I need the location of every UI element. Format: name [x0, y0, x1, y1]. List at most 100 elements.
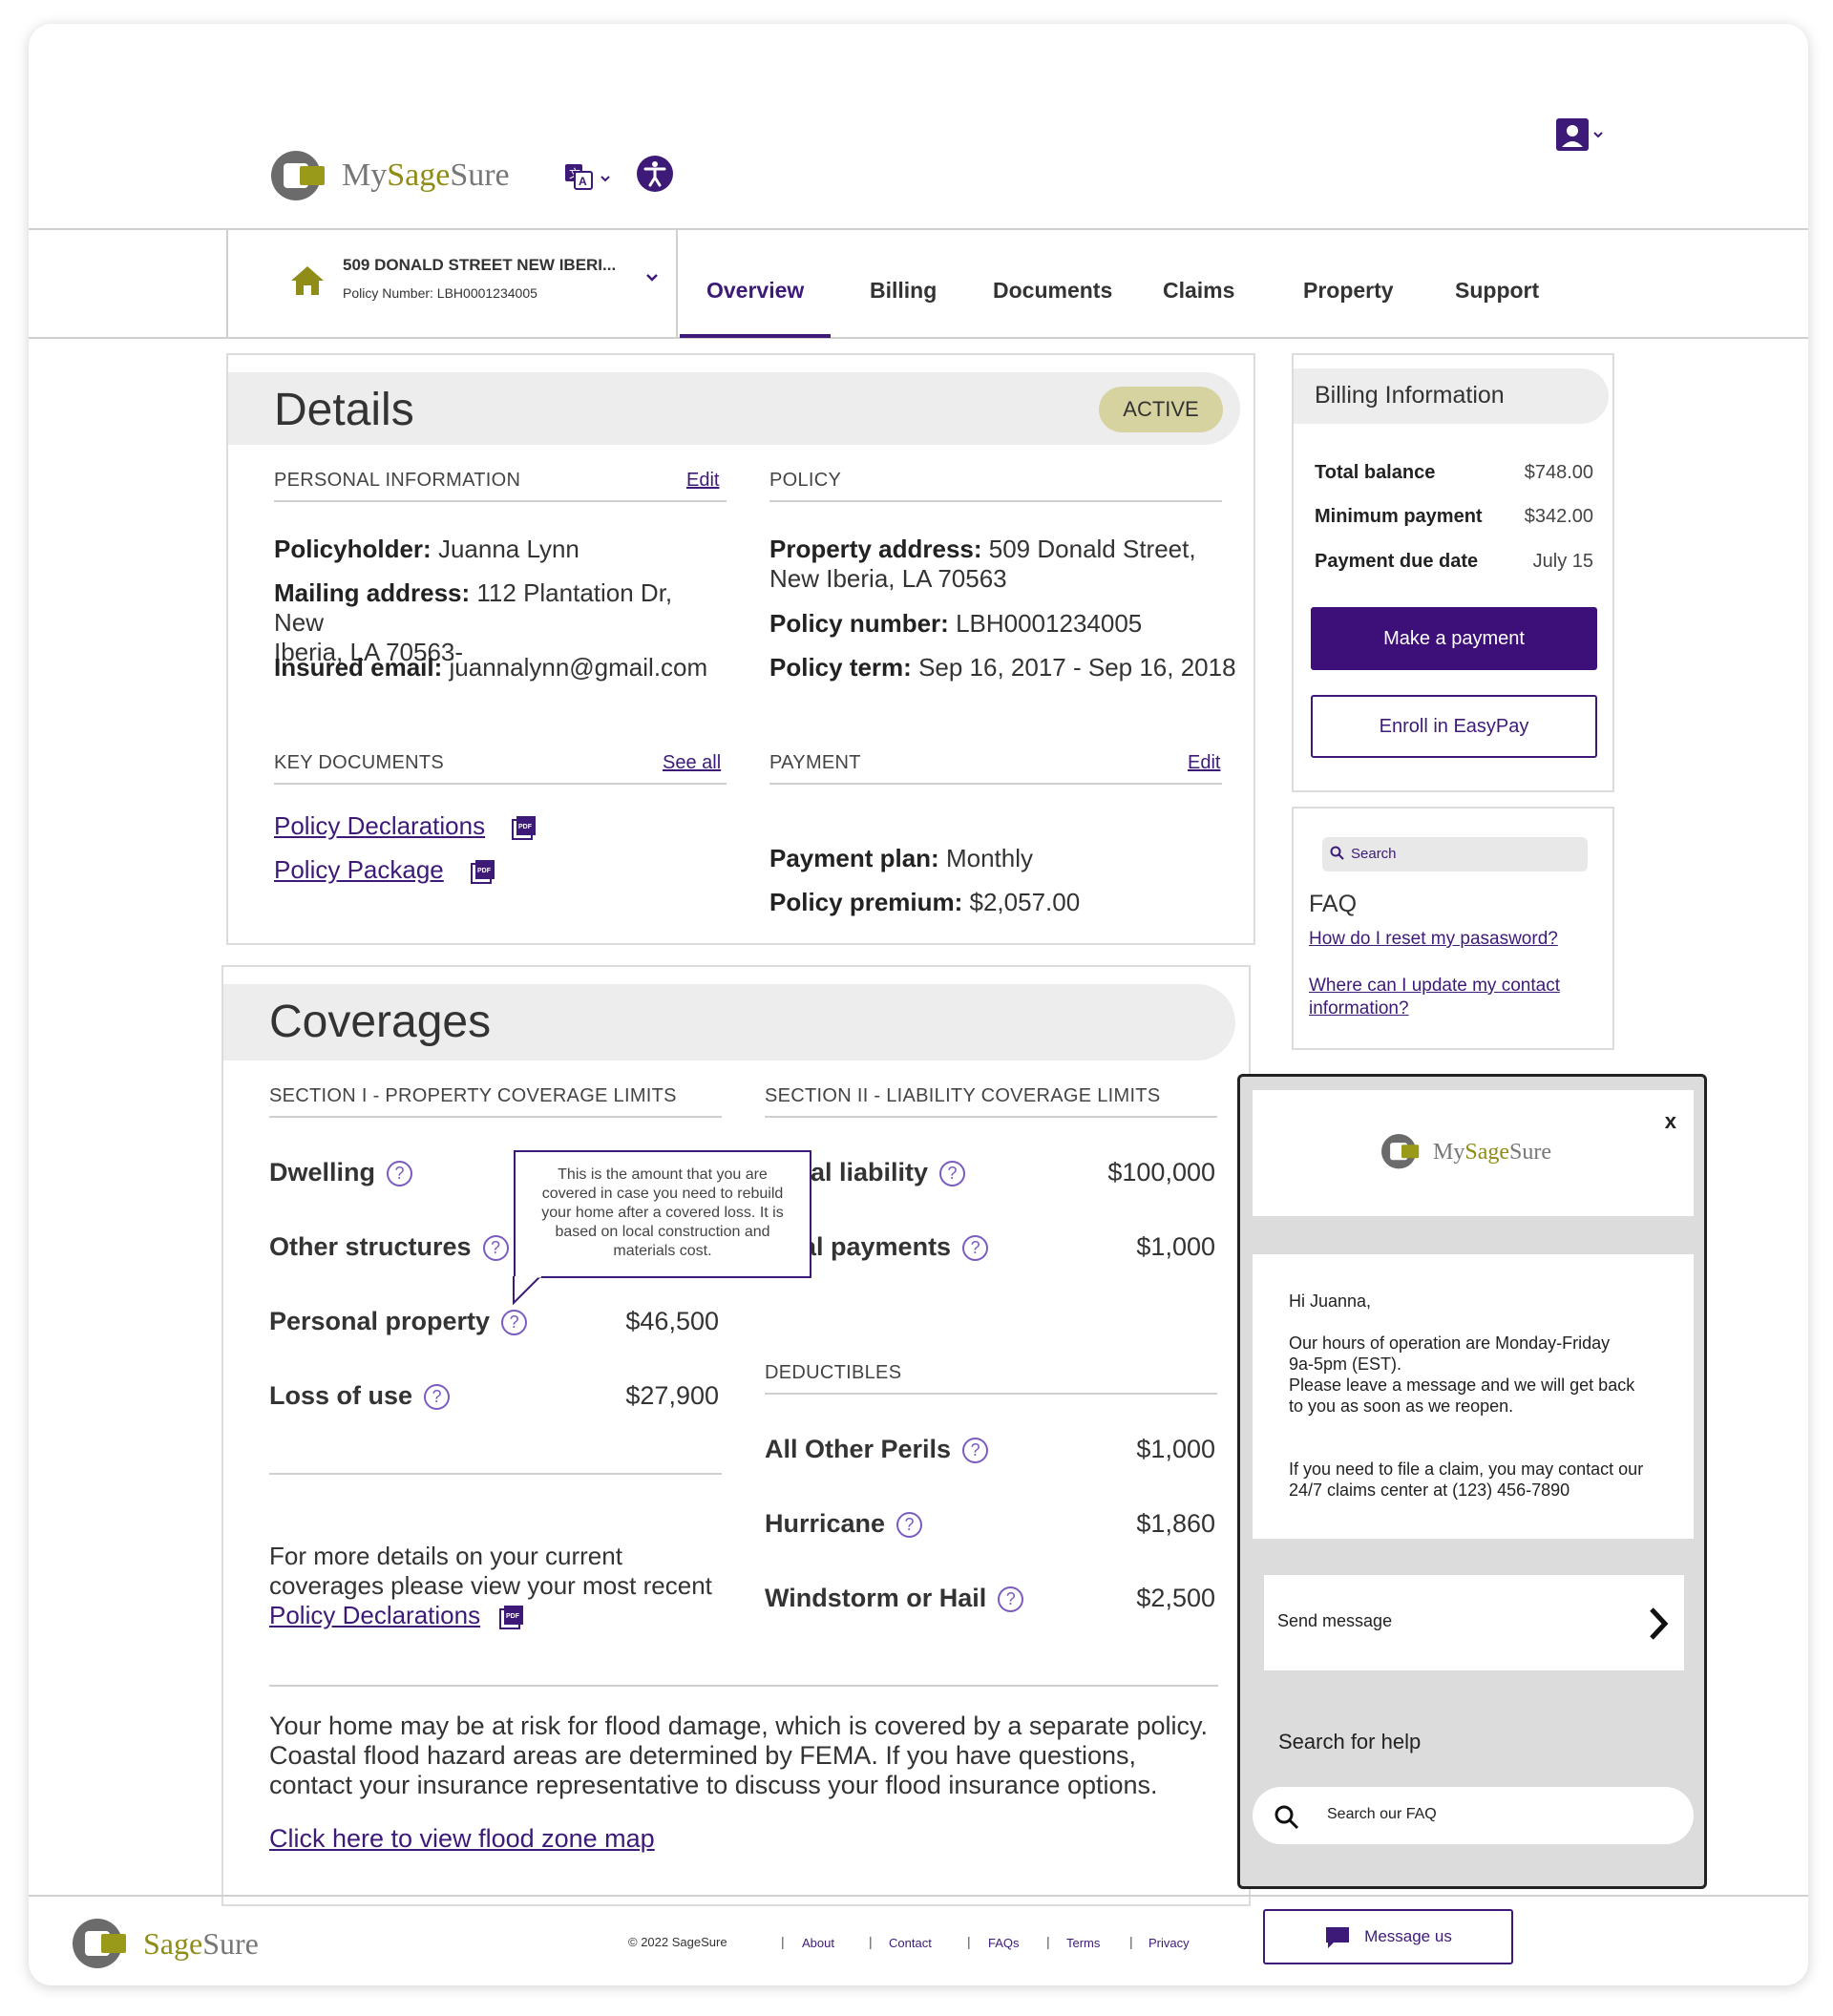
chat-close-button[interactable]: x: [1665, 1109, 1676, 1134]
deductible-hurricane: Hurricane?: [765, 1509, 923, 1539]
policy-address: 509 DONALD STREET NEW IBERI...: [343, 256, 617, 274]
tab-property[interactable]: Property: [1303, 278, 1394, 304]
tab-overview[interactable]: Overview: [706, 278, 804, 304]
make-payment-button[interactable]: Make a payment: [1311, 607, 1597, 670]
help-icon[interactable]: ?: [896, 1512, 923, 1539]
coverage-personal-property: Personal property?: [269, 1307, 528, 1336]
account-menu[interactable]: [1554, 116, 1608, 159]
policy-declarations-link[interactable]: Policy Declarations: [269, 1601, 480, 1629]
svg-text:PDF: PDF: [477, 868, 492, 874]
chat-bubble-icon: [1326, 1926, 1350, 1948]
svg-text:PDF: PDF: [506, 1613, 520, 1620]
billing-card: Billing Information Total balance $748.0…: [1292, 353, 1614, 792]
flood-zone-map-link[interactable]: Click here to view flood zone map: [269, 1824, 655, 1854]
footer-link-faqs[interactable]: FAQs: [988, 1936, 1020, 1950]
home-icon: [291, 266, 324, 295]
details-card: Details ACTIVE PERSONAL INFORMATION Edit…: [226, 353, 1255, 945]
see-all-link[interactable]: See all: [663, 752, 721, 774]
coverage-dwelling: Dwelling?: [269, 1158, 413, 1187]
enroll-easypay-button[interactable]: Enroll in EasyPay: [1311, 695, 1597, 758]
help-icon[interactable]: ?: [482, 1235, 509, 1262]
logo-mark-icon: [73, 1919, 137, 1968]
svg-text:A: A: [579, 175, 587, 188]
chevron-down-icon: [646, 274, 658, 282]
footer-link-privacy[interactable]: Privacy: [1148, 1936, 1190, 1950]
help-icon[interactable]: ?: [387, 1161, 413, 1187]
faq-question-update-contact[interactable]: Where can I update my contact information…: [1309, 975, 1560, 1020]
coverage-other-structures: Other structures?: [269, 1232, 509, 1262]
personal-liability-value: $100,000: [1107, 1158, 1215, 1186]
faq-card: Search FAQ How do I reset my pasasword? …: [1292, 807, 1614, 1050]
policy-heading: POLICY: [769, 470, 842, 491]
payment-plan: Payment plan: Monthly: [769, 844, 1033, 872]
send-message-button[interactable]: Send message: [1264, 1575, 1684, 1670]
tab-documents[interactable]: Documents: [993, 278, 1112, 304]
chat-faq-search-input[interactable]: Search our FAQ: [1253, 1787, 1694, 1844]
language-menu[interactable]: 文 A: [563, 160, 617, 191]
tab-claims[interactable]: Claims: [1163, 278, 1234, 304]
svg-text:PDF: PDF: [518, 824, 533, 830]
logo-mark-icon: [271, 151, 336, 200]
insured-email: Insured email: juannalynn@gmail.com: [274, 653, 708, 682]
coverages-title: Coverages: [269, 997, 492, 1047]
medical-payments-value: $1,000: [1136, 1232, 1215, 1261]
deductible-windstorm-hail: Windstorm or Hail?: [765, 1584, 1024, 1613]
edit-personal-link[interactable]: Edit: [686, 470, 719, 492]
minimum-payment-value: $342.00: [1524, 506, 1593, 527]
flood-notice: Your home may be at risk for flood damag…: [269, 1712, 1209, 1799]
footer-link-terms[interactable]: Terms: [1066, 1936, 1100, 1950]
policy-premium: Policy premium: $2,057.00: [769, 888, 1081, 916]
pdf-icon: PDF: [499, 1606, 524, 1630]
message-us-button[interactable]: Message us: [1263, 1909, 1513, 1964]
accessibility-icon: [637, 156, 673, 192]
policy-selector[interactable]: 509 DONALD STREET NEW IBERI... Policy Nu…: [226, 230, 678, 339]
tooltip-pointer: [513, 1276, 541, 1305]
help-icon[interactable]: ?: [939, 1161, 966, 1187]
doc-policy-declarations[interactable]: Policy Declarations PDF: [274, 811, 537, 841]
help-icon[interactable]: ?: [962, 1438, 989, 1464]
section1-heading: SECTION I - PROPERTY COVERAGE LIMITS: [269, 1085, 677, 1106]
faq-title: FAQ: [1309, 891, 1358, 917]
help-icon[interactable]: ?: [998, 1586, 1024, 1613]
chevron-right-icon: [1650, 1607, 1669, 1640]
search-icon: [1330, 846, 1344, 860]
details-title: Details: [274, 385, 414, 435]
help-icon[interactable]: ?: [962, 1235, 989, 1262]
footer-link-about[interactable]: About: [802, 1936, 834, 1950]
aop-value: $1,000: [1136, 1435, 1215, 1463]
more-details-text: For more details on your current coverage…: [269, 1542, 712, 1630]
faq-question-reset-password[interactable]: How do I reset my pasasword?: [1309, 929, 1558, 950]
search-icon: [1275, 1805, 1299, 1830]
property-address: Property address: 509 Donald Street, New …: [769, 535, 1196, 593]
faq-search-input[interactable]: Search: [1322, 837, 1588, 872]
chat-panel: MySageSure x Hi Juanna, Our hours of ope…: [1237, 1074, 1707, 1889]
tab-support[interactable]: Support: [1455, 278, 1539, 304]
help-icon[interactable]: ?: [424, 1384, 451, 1411]
sagesure-footer-logo[interactable]: SageSure: [73, 1919, 259, 1968]
edit-payment-link[interactable]: Edit: [1188, 752, 1220, 774]
coverages-card: Coverages SECTION I - PROPERTY COVERAGE …: [221, 965, 1251, 1906]
chat-message: Hi Juanna, Our hours of operation are Mo…: [1253, 1254, 1694, 1539]
billing-title: Billing Information: [1315, 382, 1505, 409]
chat-logo: MySageSure: [1381, 1134, 1551, 1170]
pdf-icon: PDF: [471, 860, 495, 885]
due-date-label: Payment due date: [1315, 551, 1479, 572]
policy-number: Policy Number: LBH0001234005: [343, 285, 537, 301]
tab-billing[interactable]: Billing: [870, 278, 937, 304]
logo-mark-icon: [1381, 1134, 1420, 1169]
policy-number-field: Policy number: LBH0001234005: [769, 609, 1143, 638]
footer-link-contact[interactable]: Contact: [889, 1936, 932, 1950]
total-balance-value: $748.00: [1524, 462, 1593, 483]
hurricane-value: $1,860: [1136, 1509, 1215, 1538]
loss-of-use-value: $27,900: [625, 1381, 719, 1410]
copyright: © 2022 SageSure: [628, 1935, 727, 1949]
accessibility-button[interactable]: [636, 155, 674, 198]
mysagesure-logo[interactable]: MySageSure: [271, 151, 510, 200]
dwelling-tooltip: This is the amount that you are covered …: [514, 1150, 811, 1278]
key-documents-heading: KEY DOCUMENTS: [274, 752, 445, 773]
help-icon[interactable]: ?: [501, 1310, 528, 1336]
translate-icon: 文 A: [565, 164, 610, 190]
doc-policy-package[interactable]: Policy Package PDF: [274, 855, 496, 885]
policyholder: Policyholder: Juanna Lynn: [274, 535, 579, 563]
policy-term: Policy term: Sep 16, 2017 - Sep 16, 2018: [769, 653, 1236, 682]
